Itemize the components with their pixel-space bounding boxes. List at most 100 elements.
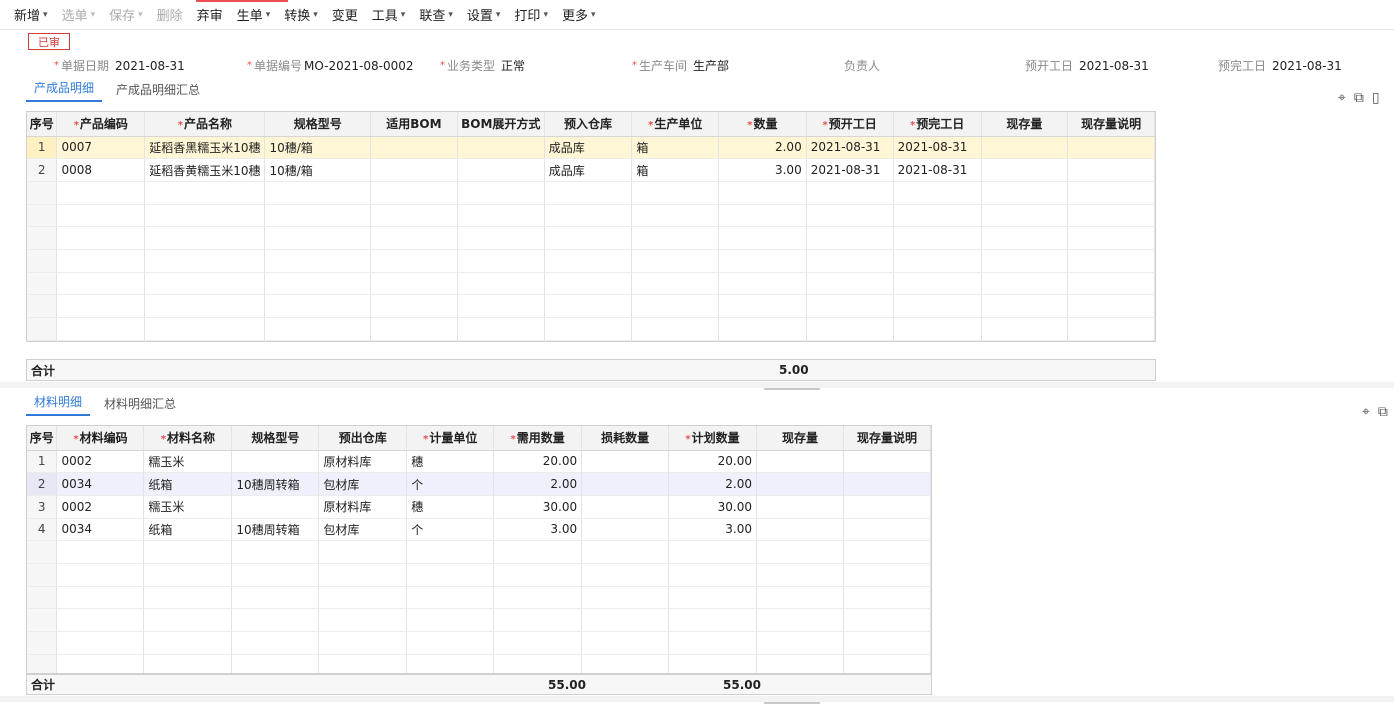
trash-icon[interactable]: ▯ (1372, 90, 1380, 106)
material-empty-cell[interactable] (231, 586, 320, 610)
toolbar-button[interactable]: 删除 (157, 5, 183, 24)
workshop-field[interactable]: * 生产车间 生产部 (632, 57, 729, 74)
product-empty-cell[interactable] (457, 249, 545, 273)
product-empty-cell[interactable] (981, 204, 1069, 228)
material-empty-cell[interactable] (318, 654, 408, 673)
material-empty-cell[interactable] (318, 540, 408, 564)
material-cell[interactable]: 个 (406, 518, 495, 542)
product-cell[interactable]: 延稻香黄糯玉米10穗 (144, 158, 266, 182)
tab-material-summary[interactable]: 材料明细汇总 (96, 395, 184, 416)
material-empty-cell[interactable] (493, 540, 583, 564)
product-empty-cell[interactable] (718, 204, 807, 228)
toolbar-button[interactable]: 更多 ▾ (562, 5, 596, 24)
doc-date-field[interactable]: * 单据日期 2021-08-31 (54, 57, 185, 74)
product-empty-cell[interactable] (544, 272, 633, 296)
product-empty-cell[interactable] (27, 317, 58, 341)
material-cell[interactable]: 20.00 (668, 450, 758, 474)
product-empty-cell[interactable] (264, 294, 372, 318)
product-column-header[interactable]: 序号 (27, 112, 58, 137)
material-cell[interactable]: 0034 (56, 518, 145, 542)
product-empty-cell[interactable] (1067, 272, 1155, 296)
material-empty-cell[interactable] (406, 563, 495, 587)
product-cell[interactable] (457, 158, 545, 182)
product-cell[interactable] (981, 136, 1069, 160)
product-empty-cell[interactable] (893, 226, 982, 250)
product-empty-cell[interactable] (264, 249, 372, 273)
product-empty-cell[interactable] (27, 226, 58, 250)
product-empty-cell[interactable] (27, 249, 58, 273)
material-empty-cell[interactable] (143, 540, 233, 564)
product-column-header[interactable]: *数量 (718, 112, 807, 137)
material-cell[interactable] (581, 450, 670, 474)
material-empty-cell[interactable] (668, 631, 758, 655)
product-empty-cell[interactable] (544, 181, 633, 205)
material-cell[interactable] (756, 472, 844, 496)
product-empty-cell[interactable] (56, 272, 146, 296)
material-empty-cell[interactable] (493, 563, 583, 587)
product-empty-cell[interactable] (981, 181, 1069, 205)
material-empty-cell[interactable] (756, 540, 844, 564)
material-empty-cell[interactable] (143, 631, 233, 655)
material-empty-cell[interactable] (581, 540, 670, 564)
product-empty-row[interactable] (27, 204, 1155, 228)
material-cell[interactable]: 包材库 (318, 518, 408, 542)
product-empty-cell[interactable] (631, 226, 720, 250)
material-cell[interactable]: 10穗周转箱 (231, 472, 320, 496)
material-column-header[interactable]: *计量单位 (406, 426, 495, 451)
product-column-header[interactable]: 现存量 (981, 112, 1069, 137)
product-empty-cell[interactable] (718, 181, 807, 205)
product-empty-cell[interactable] (27, 294, 58, 318)
product-empty-cell[interactable] (544, 317, 633, 341)
material-column-header[interactable]: *计划数量 (668, 426, 758, 451)
product-cell[interactable] (370, 136, 458, 160)
product-cell[interactable]: 10穗/箱 (264, 158, 372, 182)
toolbar-button[interactable]: 选单 ▾ (62, 5, 96, 24)
toolbar-button[interactable]: 弃审 (197, 5, 223, 24)
product-cell[interactable] (1067, 158, 1155, 182)
material-table-row[interactable]: 4 0034 纸箱 10穗周转箱 包材库个 3.00 3.00 (27, 518, 931, 542)
material-cell[interactable] (581, 495, 670, 519)
product-empty-cell[interactable] (144, 204, 266, 228)
product-cell[interactable]: 延稻香黑糯玉米10穗 (144, 136, 266, 160)
material-empty-cell[interactable] (843, 540, 931, 564)
toolbar-button[interactable]: 保存 ▾ (109, 5, 143, 24)
product-column-header[interactable]: *预开工日 (806, 112, 894, 137)
product-empty-row[interactable] (27, 181, 1155, 205)
product-empty-row[interactable] (27, 249, 1155, 273)
product-cell[interactable] (1067, 136, 1155, 160)
material-empty-cell[interactable] (843, 563, 931, 587)
material-cell[interactable]: 3 (27, 495, 58, 519)
material-cell[interactable]: 2.00 (493, 472, 583, 496)
material-empty-cell[interactable] (27, 563, 58, 587)
material-empty-cell[interactable] (318, 608, 408, 632)
toolbar-button[interactable]: 新增 ▾ (14, 5, 48, 24)
toolbar-button[interactable]: 联查 ▾ (419, 5, 453, 24)
material-cell[interactable] (756, 518, 844, 542)
material-cell[interactable]: 10穗周转箱 (231, 518, 320, 542)
product-empty-cell[interactable] (457, 181, 545, 205)
material-empty-cell[interactable] (231, 563, 320, 587)
material-empty-cell[interactable] (581, 586, 670, 610)
product-empty-cell[interactable] (144, 272, 266, 296)
product-column-header[interactable]: *预完工日 (893, 112, 982, 137)
product-cell[interactable]: 1 (27, 136, 58, 160)
material-column-header[interactable]: 损耗数量 (581, 426, 670, 451)
product-empty-cell[interactable] (544, 249, 633, 273)
product-cell[interactable]: 箱 (631, 158, 720, 182)
product-column-header[interactable]: 适用BOM (370, 112, 458, 137)
product-empty-cell[interactable] (144, 249, 266, 273)
material-empty-cell[interactable] (231, 631, 320, 655)
material-empty-cell[interactable] (668, 608, 758, 632)
material-cell[interactable]: 0002 (56, 495, 145, 519)
product-cell[interactable]: 2.00 (718, 136, 807, 160)
product-cell[interactable]: 成品库 (544, 136, 633, 160)
product-empty-cell[interactable] (144, 181, 266, 205)
product-empty-cell[interactable] (893, 204, 982, 228)
material-empty-row[interactable] (27, 540, 931, 564)
material-empty-cell[interactable] (27, 631, 58, 655)
product-empty-cell[interactable] (56, 204, 146, 228)
product-empty-cell[interactable] (893, 181, 982, 205)
product-table-row[interactable]: 2 0008 延稻香黄糯玉米10穗 10穗/箱 成品库箱 3.00 2021-08-31 20… (27, 158, 1155, 182)
material-empty-cell[interactable] (56, 586, 145, 610)
material-empty-cell[interactable] (318, 563, 408, 587)
